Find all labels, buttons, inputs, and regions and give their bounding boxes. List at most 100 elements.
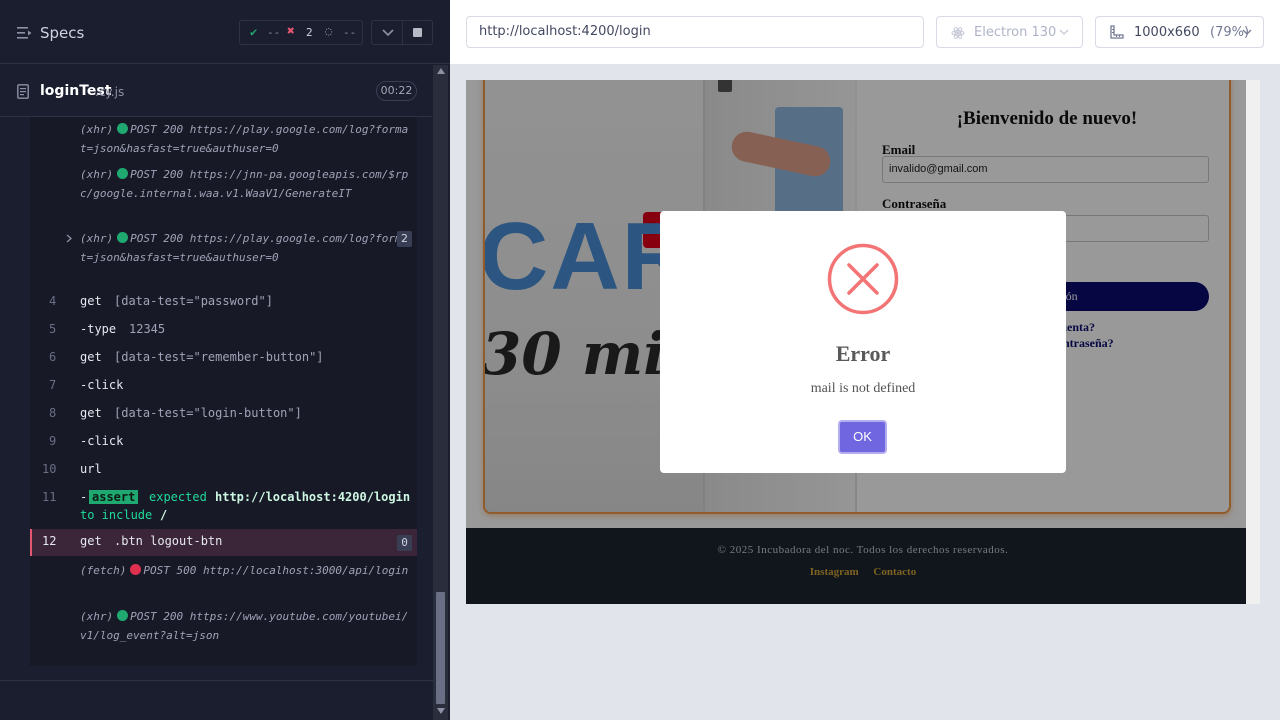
command-row-failed[interactable]: 12 get .btn logout-btn 0 xyxy=(30,529,417,556)
log-type: (xhr) xyxy=(80,232,114,245)
specs-title[interactable]: Specs xyxy=(40,24,84,42)
ruler-icon xyxy=(1110,25,1124,39)
passed-check-icon: ✔ xyxy=(250,25,258,39)
command-name: -type xyxy=(80,322,117,336)
spec-file-ext: .cy.js xyxy=(95,85,125,99)
cypress-runner-panel: Specs ✔ -- ✖ 2 ◌ -- loginTest .cy.js 00:… xyxy=(0,0,450,720)
browser-label: Electron 130 xyxy=(974,25,1057,40)
viewport-size: 1000x660 xyxy=(1134,25,1200,40)
viewport-selector[interactable]: 1000x660 (79%) xyxy=(1095,16,1264,48)
log-xhr-entry[interactable]: (xhr) POST 200 https://jnn-pa.googleapis.… xyxy=(80,165,412,203)
browser-selector[interactable]: Electron 130 xyxy=(936,16,1083,48)
stop-button[interactable] xyxy=(403,20,433,45)
command-row[interactable]: 5 -type 12345 xyxy=(30,317,417,343)
specs-header: Specs ✔ -- ✖ 2 ◌ -- xyxy=(0,0,450,64)
log-message: POST 200 https://jnn-pa.googleapis.com/$… xyxy=(80,168,409,200)
log-type: (xhr) xyxy=(80,123,114,136)
failed-count: 2 xyxy=(306,26,313,39)
log-message: POST 200 https://play.google.com/log?for… xyxy=(80,232,409,264)
command-number: 8 xyxy=(49,406,57,420)
command-message: [data-test="login-button"] xyxy=(114,406,302,420)
assert-badge: assert xyxy=(89,490,139,504)
log-type: (fetch) xyxy=(80,564,127,577)
log-type: (xhr) xyxy=(80,168,114,181)
request-count-badge: 2 xyxy=(397,231,412,247)
status-dot-icon xyxy=(117,168,129,179)
command-row-assert[interactable]: 11 - assert expected http://localhost:42… xyxy=(30,485,417,527)
status-dot-icon xyxy=(130,564,142,575)
chevron-right-icon[interactable] xyxy=(66,234,72,243)
command-message: 12345 xyxy=(129,322,166,336)
command-number: 11 xyxy=(42,490,57,504)
command-number: 7 xyxy=(49,378,57,392)
chevron-down-icon xyxy=(1242,29,1252,35)
divider xyxy=(0,680,433,681)
command-number: 10 xyxy=(42,462,57,476)
assert-url: http://localhost:4200/login xyxy=(215,490,411,504)
failed-x-icon: ✖ xyxy=(287,24,295,39)
url-field[interactable]: http://localhost:4200/login xyxy=(466,16,924,48)
stop-icon xyxy=(413,28,422,37)
log-fetch-entry[interactable]: (fetch) POST 500 http://localhost:3000/ap… xyxy=(80,561,412,580)
command-row[interactable]: 9 -click xyxy=(30,429,417,455)
passed-count: -- xyxy=(267,26,281,39)
ok-button[interactable]: OK xyxy=(838,420,887,454)
spec-file-row: loginTest .cy.js xyxy=(0,65,432,117)
log-message: POST 200 https://www.youtube.com/youtube… xyxy=(80,610,409,642)
modal-backdrop[interactable]: Error mail is not defined OK xyxy=(466,80,1260,604)
dialog-title: Error xyxy=(835,341,891,366)
command-number: 5 xyxy=(49,322,57,336)
log-xhr-entry[interactable]: (xhr) POST 200 https://play.google.com/lo… xyxy=(80,229,412,267)
command-log: (xhr) POST 200 https://play.google.com/lo… xyxy=(30,117,417,666)
log-xhr-entry[interactable]: (xhr) POST 200 https://www.youtube.com/yo… xyxy=(80,607,412,645)
command-number: 4 xyxy=(49,294,57,308)
log-type: (xhr) xyxy=(80,610,114,623)
app-under-test: CAR 30 mi ¡Bienvenido de nuevo! Email in… xyxy=(466,80,1260,604)
chevron-down-icon xyxy=(382,29,394,37)
aut-toolbar: http://localhost:4200/login Electron 130… xyxy=(450,0,1280,64)
pending-count: -- xyxy=(343,26,357,39)
command-name: get xyxy=(80,350,102,364)
status-dot-icon xyxy=(117,123,129,134)
command-name: get xyxy=(80,534,102,548)
log-message: POST 200 https://play.google.com/log?for… xyxy=(80,123,409,155)
specs-list-icon[interactable] xyxy=(17,26,32,40)
log-xhr-entry[interactable]: (xhr) POST 200 https://play.google.com/lo… xyxy=(80,120,412,158)
command-message: .btn logout-btn xyxy=(114,534,223,548)
status-dot-icon xyxy=(117,610,129,621)
command-row[interactable]: 6 get [data-test="remember-button"] xyxy=(30,345,417,371)
electron-icon xyxy=(951,27,965,39)
command-name: get xyxy=(80,406,102,420)
log-scrollbar-thumb[interactable] xyxy=(436,592,445,704)
command-number: 6 xyxy=(49,350,57,364)
error-x-icon xyxy=(827,243,899,315)
assert-text: expected xyxy=(149,490,207,504)
assert-text: to include xyxy=(80,508,153,522)
aut-scrollbar[interactable] xyxy=(1246,80,1260,604)
command-message: [data-test="password"] xyxy=(114,294,273,308)
command-name: get xyxy=(80,294,102,308)
assert-label: assert xyxy=(89,490,139,504)
command-row[interactable]: 10 url xyxy=(30,457,417,483)
chevron-down-icon xyxy=(1059,29,1069,35)
command-number: 9 xyxy=(49,434,57,448)
status-dot-icon xyxy=(117,232,129,243)
scroll-down-arrow-icon[interactable] xyxy=(437,708,445,714)
toggle-auto-scroll-button[interactable] xyxy=(371,20,403,45)
assert-value: / xyxy=(160,508,168,522)
command-name: - xyxy=(80,490,88,504)
command-row[interactable]: 7 -click xyxy=(30,373,417,399)
log-message: POST 500 http://localhost:3000/api/login xyxy=(143,564,409,577)
command-name: url xyxy=(80,462,102,476)
pending-spinner-icon: ◌ xyxy=(325,24,333,38)
file-icon xyxy=(17,84,29,99)
command-name: -click xyxy=(80,434,124,448)
scroll-up-arrow-icon[interactable] xyxy=(437,68,445,74)
dialog-message: mail is not defined xyxy=(810,381,916,396)
error-dialog: Error mail is not defined OK xyxy=(660,211,1066,473)
command-row[interactable]: 8 get [data-test="login-button"] xyxy=(30,401,417,427)
run-duration: 00:22 xyxy=(376,81,417,101)
command-name: -click xyxy=(80,378,124,392)
command-row[interactable]: 4 get [data-test="password"] xyxy=(30,289,417,315)
command-message: [data-test="remember-button"] xyxy=(114,350,324,364)
